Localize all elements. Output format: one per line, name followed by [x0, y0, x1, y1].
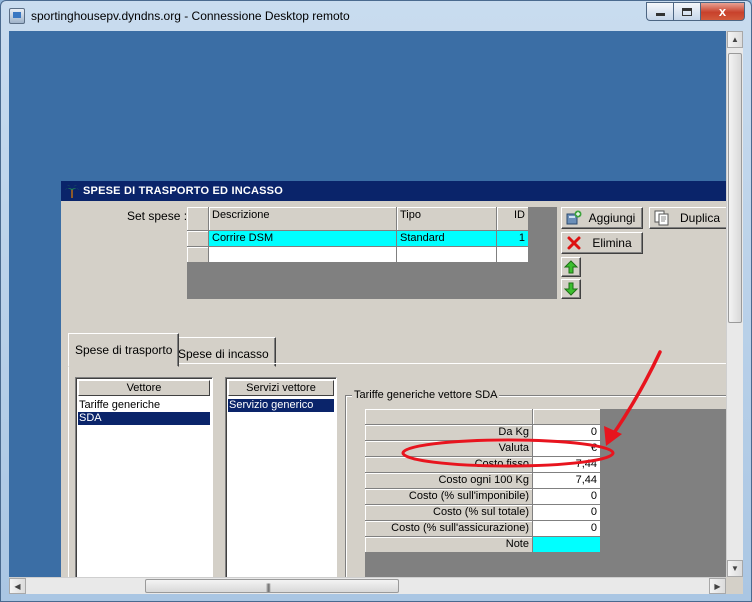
green-down-arrow-icon: [563, 282, 579, 296]
remote-desktop-window: sportinghousepv.dyndns.org - Connessione…: [0, 0, 752, 602]
servizi-list[interactable]: Servizi vettore Servizio generico: [225, 377, 337, 594]
grid-header-id[interactable]: ID: [497, 207, 529, 231]
horizontal-scroll-thumb[interactable]: |||: [145, 579, 399, 593]
prop-name: Costo (% sul totale): [365, 505, 533, 521]
chevron-down-icon: ▼: [731, 564, 739, 573]
prop-header-name: [365, 409, 533, 425]
minimize-icon: [655, 13, 665, 16]
window-title: sportinghousepv.dyndns.org - Connessione…: [31, 9, 350, 23]
grid-header-tipo[interactable]: Tipo: [397, 207, 497, 231]
prop-header-value: [533, 409, 601, 425]
window-controls: x: [646, 2, 745, 21]
spese-title: SPESE DI TRASPORTO ED INCASSO: [83, 185, 283, 197]
prop-value[interactable]: 0: [533, 425, 601, 441]
remote-desktop-icon: [9, 8, 25, 24]
prop-value[interactable]: 0: [533, 489, 601, 505]
scroll-up-button[interactable]: ▲: [727, 31, 743, 48]
prop-value[interactable]: €: [533, 441, 601, 457]
prop-row[interactable]: Da Kg 0: [365, 425, 601, 441]
prop-value[interactable]: 0: [533, 505, 601, 521]
tariffe-property-grid[interactable]: Da Kg 0 Valuta € Costo fisso 7,44 Costo …: [365, 409, 743, 594]
delete-button[interactable]: Elimina: [561, 232, 643, 254]
close-button[interactable]: x: [700, 2, 745, 21]
prop-name: Note: [365, 537, 533, 553]
prop-name: Costo fisso: [365, 457, 533, 473]
minimize-button[interactable]: [646, 2, 673, 21]
spese-window: SPESE DI TRASPORTO ED INCASSO Set spese …: [61, 181, 743, 594]
grid-corner: [187, 207, 209, 231]
palm-tree-icon: [65, 185, 79, 198]
prop-name: Costo (% sull'assicurazione): [365, 521, 533, 537]
vettore-header: Vettore: [78, 380, 210, 396]
grid-new-descrizione[interactable]: [209, 247, 397, 263]
grid-new-id[interactable]: [497, 247, 529, 263]
grid-new-row-indicator[interactable]: [187, 247, 209, 263]
green-up-arrow-icon: [563, 260, 579, 274]
prop-header-row: [365, 409, 601, 425]
chevron-up-icon: ▲: [731, 35, 739, 44]
set-spese-label: Set spese :: [127, 209, 188, 223]
duplicate-button-label: Duplica: [679, 211, 721, 225]
prop-row[interactable]: Costo fisso 7,44: [365, 457, 601, 473]
move-up-button[interactable]: [561, 257, 581, 277]
tab-spese-di-trasporto[interactable]: Spese di trasporto: [68, 333, 180, 367]
vertical-scroll-thumb[interactable]: [728, 53, 742, 323]
grid-cell-tipo[interactable]: Standard: [397, 231, 497, 247]
prop-row[interactable]: Valuta €: [365, 441, 601, 457]
chevron-right-icon: ▶: [714, 581, 721, 591]
prop-value[interactable]: 7,44: [533, 473, 601, 489]
remote-desktop-area: SPESE DI TRASPORTO ED INCASSO Set spese …: [9, 31, 743, 594]
prop-value[interactable]: 0: [533, 521, 601, 537]
vettore-list[interactable]: Vettore Tariffe generiche SDA: [75, 377, 213, 594]
prop-row[interactable]: Costo (% sull'imponibile) 0: [365, 489, 601, 505]
maximize-icon: [682, 7, 692, 16]
prop-row[interactable]: Costo (% sul totale) 0: [365, 505, 601, 521]
close-icon: x: [718, 4, 727, 19]
grid-row-indicator[interactable]: [187, 231, 209, 247]
grid-new-tipo[interactable]: [397, 247, 497, 263]
move-down-button[interactable]: [561, 279, 581, 299]
prop-name: Da Kg: [365, 425, 533, 441]
set-spese-grid[interactable]: Descrizione Tipo ID Corrire DSM Standard…: [187, 207, 557, 299]
prop-row[interactable]: Costo (% sull'assicurazione) 0: [365, 521, 601, 537]
scroll-right-button[interactable]: ▶: [709, 578, 726, 594]
chevron-left-icon: ◀: [14, 581, 21, 591]
prop-row[interactable]: Costo ogni 100 Kg 7,44: [365, 473, 601, 489]
prop-name: Costo ogni 100 Kg: [365, 473, 533, 489]
vettore-item-tariffe[interactable]: Tariffe generiche: [78, 399, 210, 412]
servizi-item-generico[interactable]: Servizio generico: [228, 399, 334, 412]
prop-row[interactable]: Note: [365, 537, 601, 553]
spese-titlebar[interactable]: SPESE DI TRASPORTO ED INCASSO: [61, 181, 743, 201]
horizontal-scrollbar[interactable]: ◀ ||| ▶: [9, 577, 726, 594]
window-titlebar[interactable]: sportinghousepv.dyndns.org - Connessione…: [1, 1, 751, 31]
scroll-left-button[interactable]: ◀: [9, 578, 26, 594]
delete-button-label: Elimina: [592, 236, 632, 250]
grid-cell-id[interactable]: 1: [497, 231, 529, 247]
vertical-scrollbar[interactable]: ▲ ▼: [726, 31, 743, 577]
maximize-button[interactable]: [673, 2, 700, 21]
tariffe-title: Tariffe generiche vettore SDA: [352, 389, 500, 401]
add-button-label: Aggiungi: [588, 211, 636, 225]
scroll-down-button[interactable]: ▼: [727, 560, 743, 577]
prop-value-note[interactable]: [533, 537, 601, 553]
add-button[interactable]: Aggiungi: [561, 207, 643, 229]
grip-icon: |||: [266, 582, 271, 592]
grid-cell-descrizione[interactable]: Corrire DSM: [209, 231, 397, 247]
prop-name: Costo (% sull'imponibile): [365, 489, 533, 505]
prop-value[interactable]: 7,44: [533, 457, 601, 473]
prop-name: Valuta: [365, 441, 533, 457]
grid-header-descrizione[interactable]: Descrizione: [209, 207, 397, 231]
scrollbar-corner: [726, 577, 743, 594]
servizi-header: Servizi vettore: [228, 380, 334, 396]
duplicate-button[interactable]: Duplica: [649, 207, 731, 229]
vettore-item-sda[interactable]: SDA: [78, 412, 210, 425]
